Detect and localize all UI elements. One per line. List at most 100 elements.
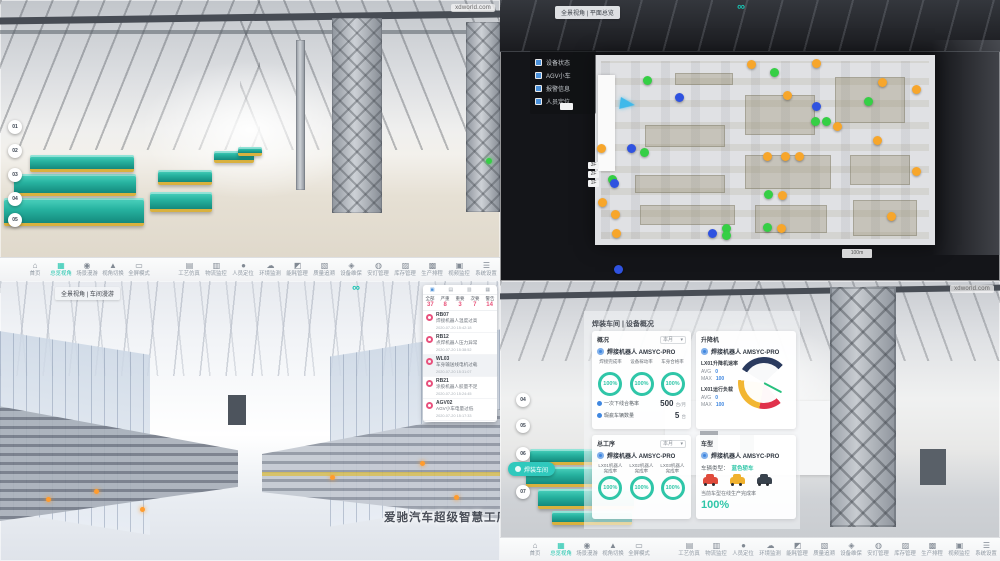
map-poi-dot[interactable] bbox=[795, 152, 804, 161]
map-poi-dot[interactable] bbox=[747, 60, 756, 69]
toolbar-item[interactable]: ☰ 系统设置 bbox=[973, 542, 1000, 557]
card-dropdown[interactable]: 本月 ▾ bbox=[660, 440, 686, 448]
map-poi-dot[interactable] bbox=[627, 144, 636, 153]
map-poi-dot[interactable] bbox=[598, 198, 607, 207]
map-filter-item[interactable]: 报警信息 bbox=[535, 84, 591, 93]
poi-marker[interactable]: 05 bbox=[8, 213, 22, 227]
toolbar-item[interactable]: ◈ 设备维保 bbox=[838, 542, 865, 557]
checkbox-checked-icon[interactable] bbox=[535, 59, 542, 66]
poi-marker[interactable]: 01 bbox=[8, 120, 22, 134]
alarm-list-item[interactable]: RB07 焊接机器人温度过高 2020-07-20 15:42:18 bbox=[423, 311, 497, 333]
poi-marker[interactable]: 07 bbox=[516, 485, 530, 499]
toolbar-item[interactable]: ▨ 库存管理 bbox=[392, 262, 419, 277]
map-poi-dot[interactable] bbox=[610, 179, 619, 188]
toolbar-item[interactable]: ▣ 视频监控 bbox=[446, 262, 473, 277]
map-poi-dot[interactable] bbox=[763, 152, 772, 161]
toolbar-item[interactable]: ▩ 生产排程 bbox=[919, 542, 946, 557]
toolbar-item[interactable]: ☁ 环境监测 bbox=[257, 262, 284, 277]
toolbar-item[interactable]: ◩ 能耗管理 bbox=[784, 542, 811, 557]
toolbar-item[interactable]: ◍ 安灯管理 bbox=[365, 262, 392, 277]
checkbox-checked-icon[interactable] bbox=[535, 85, 542, 92]
map-poi-dot[interactable] bbox=[833, 122, 842, 131]
map-poi-dot[interactable] bbox=[873, 136, 882, 145]
poi-marker[interactable]: 06 bbox=[516, 447, 530, 461]
toolbar-item[interactable]: ◩ 能耗管理 bbox=[284, 262, 311, 277]
map-poi-dot[interactable] bbox=[611, 210, 620, 219]
toolbar-item[interactable]: ▥ 物流监控 bbox=[703, 542, 730, 557]
map-zoom-control[interactable] bbox=[560, 103, 573, 110]
map-poi-dot[interactable] bbox=[675, 93, 684, 102]
floor-button[interactable]: 2F bbox=[588, 171, 599, 178]
floor-button[interactable]: 3F bbox=[588, 162, 599, 169]
toolbar-item[interactable]: ▧ 质量追溯 bbox=[311, 262, 338, 277]
map-poi-dot[interactable] bbox=[770, 68, 779, 77]
toolbar-item[interactable]: ● 人员定位 bbox=[730, 542, 757, 557]
toolbar-item[interactable]: ▭ 全屏模式 bbox=[626, 542, 652, 557]
alarm-list-item[interactable]: AGV02 AGV小车电量过低 2020-07-20 15:17:33 bbox=[423, 399, 497, 421]
map-poi-dot[interactable] bbox=[612, 229, 621, 238]
map-poi-dot[interactable] bbox=[777, 224, 786, 233]
checkbox-checked-icon[interactable] bbox=[535, 98, 542, 105]
toolbar-item[interactable]: ▨ 库存管理 bbox=[892, 542, 919, 557]
workshop-pill-button[interactable]: 焊装车间 bbox=[508, 462, 555, 476]
map-poi-dot[interactable] bbox=[781, 152, 790, 161]
toolbar-item[interactable]: ▲ 视角切换 bbox=[600, 542, 626, 557]
map-poi-dot[interactable] bbox=[783, 91, 792, 100]
alarm-stat-tab[interactable]: 重要 3 bbox=[453, 295, 468, 310]
poi-marker[interactable]: 03 bbox=[8, 168, 22, 182]
map-poi-dot[interactable] bbox=[912, 85, 921, 94]
card-dropdown[interactable]: 本月 ▾ bbox=[660, 336, 686, 344]
poi-marker[interactable]: 04 bbox=[8, 192, 22, 206]
map-poi-dot[interactable] bbox=[811, 117, 820, 126]
alarm-panel-tool-icon[interactable]: ▤ bbox=[448, 287, 453, 293]
map-poi-dot[interactable] bbox=[597, 144, 606, 153]
alarm-list-item[interactable]: RB12 点焊机器人压力异常 2020-07-20 15:38:52 bbox=[423, 333, 497, 355]
toolbar-item[interactable]: ▤ 工艺仿真 bbox=[676, 542, 703, 557]
map-poi-dot[interactable] bbox=[864, 97, 873, 106]
alarm-stat-tab[interactable]: 全部 37 bbox=[423, 295, 438, 310]
toolbar-item[interactable]: ☁ 环境监测 bbox=[757, 542, 784, 557]
toolbar-item[interactable]: ▧ 质量追溯 bbox=[811, 542, 838, 557]
alarm-stat-tab[interactable]: 警告 14 bbox=[482, 295, 497, 310]
map-poi-dot[interactable] bbox=[763, 223, 772, 232]
toolbar-item[interactable]: ▤ 工艺仿真 bbox=[176, 262, 203, 277]
map-poi-dot[interactable] bbox=[708, 229, 717, 238]
toolbar-item[interactable]: ▦ 总览视角 bbox=[48, 262, 74, 277]
toolbar-item[interactable]: ● 人员定位 bbox=[230, 262, 257, 277]
toolbar-item[interactable]: ▣ 视频监控 bbox=[946, 542, 973, 557]
map-poi-dot[interactable] bbox=[722, 231, 731, 240]
map-poi-dot[interactable] bbox=[822, 117, 831, 126]
toolbar-item[interactable]: ◈ 设备维保 bbox=[338, 262, 365, 277]
map-poi-dot[interactable] bbox=[764, 190, 773, 199]
toolbar-item[interactable]: ▥ 物流监控 bbox=[203, 262, 230, 277]
map-poi-dot[interactable] bbox=[912, 167, 921, 176]
toolbar-item[interactable]: ▩ 生产排程 bbox=[419, 262, 446, 277]
map-filter-item[interactable]: AGV小车 bbox=[535, 71, 591, 80]
map-poi-dot[interactable] bbox=[778, 191, 787, 200]
alarm-panel-tool-icon[interactable]: ▥ bbox=[467, 287, 472, 293]
map-poi-dot[interactable] bbox=[878, 78, 887, 87]
toolbar-item[interactable]: ☰ 系统设置 bbox=[473, 262, 500, 277]
alarm-list-item[interactable]: RB21 涂胶机器人胶量不足 2020-07-20 15:24:45 bbox=[423, 377, 497, 399]
map-poi-dot[interactable] bbox=[643, 76, 652, 85]
map-poi-dot[interactable] bbox=[614, 265, 623, 274]
alarm-panel-tool-icon[interactable]: ▣ bbox=[430, 287, 435, 293]
map-filter-item[interactable]: 设备状态 bbox=[535, 58, 591, 67]
map-poi-dot[interactable] bbox=[887, 212, 896, 221]
toolbar-item[interactable]: ▭ 全屏模式 bbox=[126, 262, 152, 277]
toolbar-item[interactable]: ⌂ 首页 bbox=[22, 262, 48, 277]
toolbar-item[interactable]: ▦ 总览视角 bbox=[548, 542, 574, 557]
map-poi-dot[interactable] bbox=[812, 102, 821, 111]
alarm-list-item[interactable]: WL03 车身输送线电机过载 2020-07-20 15:31:07 bbox=[423, 355, 497, 377]
alarm-stat-tab[interactable]: 严重 8 bbox=[438, 295, 453, 310]
poi-marker[interactable]: 05 bbox=[516, 419, 530, 433]
floor-button[interactable]: 1F bbox=[588, 180, 599, 187]
map-poi-dot[interactable] bbox=[640, 148, 649, 157]
toolbar-item[interactable]: ▲ 视角切换 bbox=[100, 262, 126, 277]
toolbar-item[interactable]: ◉ 场景漫游 bbox=[74, 262, 100, 277]
toolbar-item[interactable]: ⌂ 首页 bbox=[522, 542, 548, 557]
poi-marker[interactable]: 04 bbox=[516, 393, 530, 407]
poi-marker[interactable]: 02 bbox=[8, 144, 22, 158]
toolbar-item[interactable]: ◉ 场景漫游 bbox=[574, 542, 600, 557]
alarm-panel-tool-icon[interactable]: ▦ bbox=[485, 287, 490, 293]
